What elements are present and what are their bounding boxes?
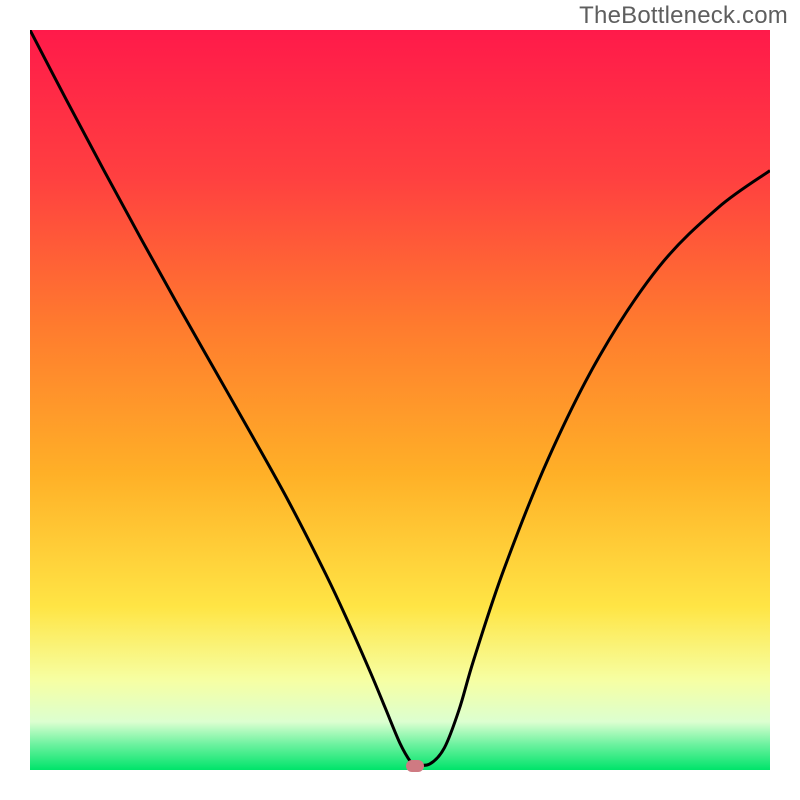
chart-svg [30,30,770,770]
plot-area [30,30,770,770]
gradient-rect [30,30,770,770]
watermark-text: TheBottleneck.com [579,2,788,30]
optimum-marker [406,760,424,772]
chart-frame: TheBottleneck.com [0,0,800,800]
